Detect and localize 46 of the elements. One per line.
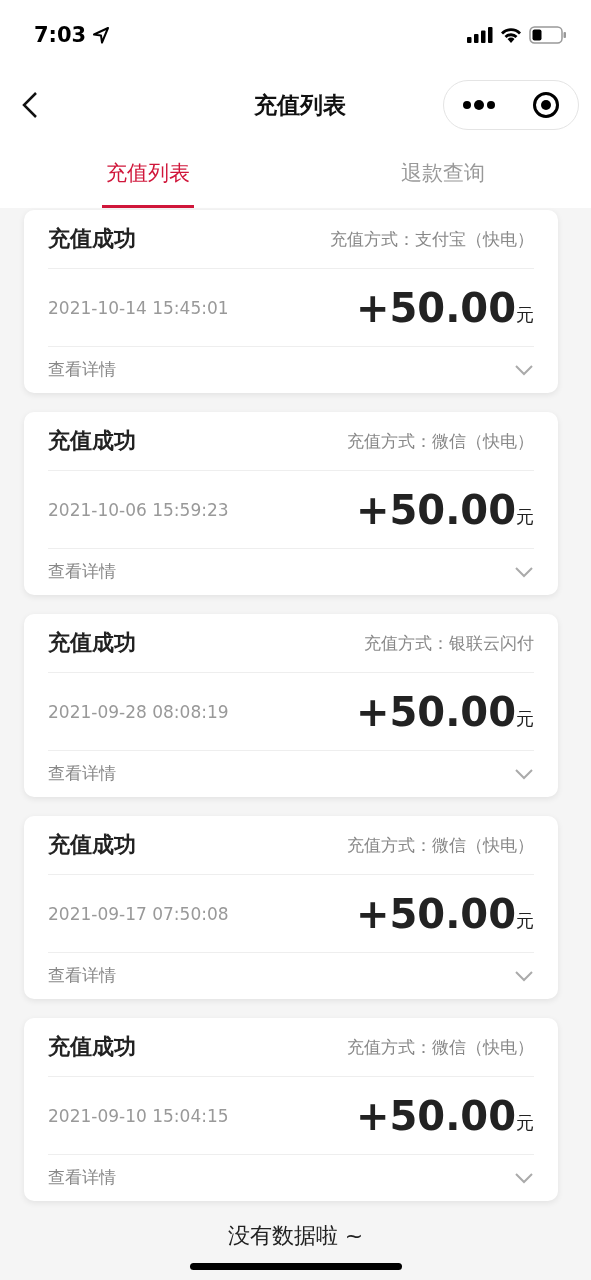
currency-unit: 元 <box>516 1110 534 1135</box>
amount: +50.00 <box>355 1092 516 1139</box>
status-title: 充值成功 <box>48 629 136 657</box>
currency-unit: 元 <box>516 908 534 933</box>
back-icon[interactable] <box>20 90 40 120</box>
close-target-icon[interactable] <box>532 91 560 119</box>
payment-method: 充值方式：支付宝（快电） <box>330 227 534 251</box>
chevron-icon[interactable] <box>514 565 534 578</box>
currency-unit: 元 <box>516 504 534 529</box>
recharge-time: 2021-09-10 15:04:15 <box>48 1105 229 1126</box>
currency-unit: 元 <box>516 706 534 731</box>
chevron-icon[interactable] <box>514 969 534 982</box>
amount: +50.00 <box>355 284 516 331</box>
more-icon[interactable] <box>462 100 496 110</box>
recharge-time: 2021-10-14 15:45:01 <box>48 297 229 318</box>
battery-icon <box>529 26 567 44</box>
details-link[interactable]: 查看详情 <box>48 762 116 785</box>
location-arrow-icon <box>92 26 111 44</box>
page-title: 充值列表 <box>253 90 346 120</box>
recharge-time: 2021-09-28 08:08:19 <box>48 701 229 722</box>
amount: +50.00 <box>355 688 516 735</box>
end-of-list-text: 没有数据啦 ~ <box>227 1222 364 1250</box>
chevron-icon[interactable] <box>514 767 534 780</box>
signal-icon <box>467 27 493 43</box>
payment-method: 充值方式：银联云闪付 <box>364 631 534 655</box>
amount: +50.00 <box>355 486 516 533</box>
status-title: 充值成功 <box>48 427 136 455</box>
status-title: 充值成功 <box>48 831 136 859</box>
details-link[interactable]: 查看详情 <box>48 964 116 987</box>
recharge-time: 2021-10-06 15:59:23 <box>48 499 229 520</box>
status-title: 充值成功 <box>48 225 136 253</box>
status-title: 充值成功 <box>48 1033 136 1061</box>
chevron-icon[interactable] <box>514 1171 534 1184</box>
wifi-icon <box>500 27 522 43</box>
chevron-icon[interactable] <box>514 363 534 376</box>
payment-method: 充值方式：微信（快电） <box>347 1035 534 1059</box>
status-time: 7:03 <box>34 23 87 47</box>
details-link[interactable]: 查看详情 <box>48 358 116 381</box>
amount: +50.00 <box>355 890 516 937</box>
tab[interactable]: 退款查询 <box>295 140 591 208</box>
payment-method: 充值方式：微信（快电） <box>347 429 534 453</box>
recharge-time: 2021-09-17 07:50:08 <box>48 903 229 924</box>
payment-method: 充值方式：微信（快电） <box>347 833 534 857</box>
details-link[interactable]: 查看详情 <box>48 1166 116 1189</box>
currency-unit: 元 <box>516 302 534 327</box>
details-link[interactable]: 查看详情 <box>48 560 116 583</box>
